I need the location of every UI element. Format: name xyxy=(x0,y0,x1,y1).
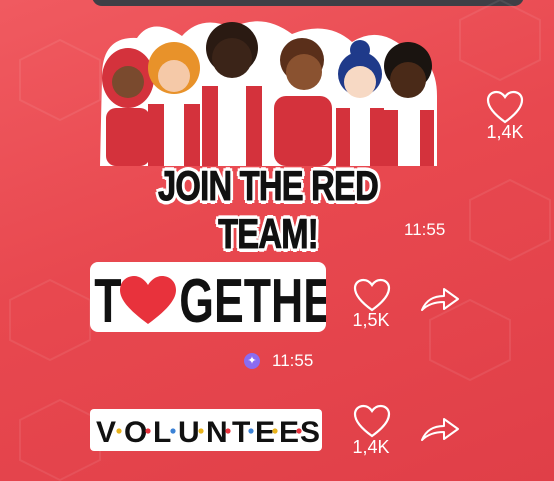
volunteers-sticker-art: V O L U N T E E xyxy=(96,416,302,449)
svg-text:L: L xyxy=(153,416,171,449)
svg-text:T: T xyxy=(94,267,121,332)
like-count: 1,4K xyxy=(352,437,390,457)
top-bar xyxy=(92,0,524,6)
like-count: 1,4K xyxy=(486,122,524,142)
share-arrow-icon[interactable] xyxy=(418,284,462,316)
like-count: 1,5K xyxy=(352,310,390,330)
sticker-join-the-red-team[interactable]: JOIN THE RED TEAM! xyxy=(92,16,444,258)
svg-text:S: S xyxy=(300,416,320,449)
svg-text:GETHER: GETHER xyxy=(179,267,326,332)
svg-text:T: T xyxy=(232,416,250,449)
svg-text:E: E xyxy=(279,416,299,449)
svg-text:N: N xyxy=(206,416,228,449)
together-sticker-art: T GETHER xyxy=(90,262,365,336)
svg-text:V: V xyxy=(96,416,116,449)
heart-outline-icon[interactable] xyxy=(352,278,392,314)
svg-text:U: U xyxy=(178,416,200,449)
message-time: 11:55 xyxy=(272,351,314,370)
sticker-volunteers[interactable]: V O L U N T E E xyxy=(90,409,322,451)
team-illustration xyxy=(100,21,437,167)
svg-text:O: O xyxy=(124,416,147,449)
message-time: 11:55 xyxy=(404,220,446,239)
volunteers-letters-tail: S xyxy=(300,416,320,449)
sticker-title: JOIN THE RED TEAM! xyxy=(157,162,380,258)
svg-text:E: E xyxy=(255,416,275,449)
sparkle-badge-icon: ✦ xyxy=(244,353,260,369)
share-arrow-icon[interactable] xyxy=(418,414,462,446)
sticker-together[interactable]: T GETHER xyxy=(90,262,365,336)
heart-outline-icon[interactable] xyxy=(485,90,525,126)
heart-outline-icon[interactable] xyxy=(352,404,392,440)
